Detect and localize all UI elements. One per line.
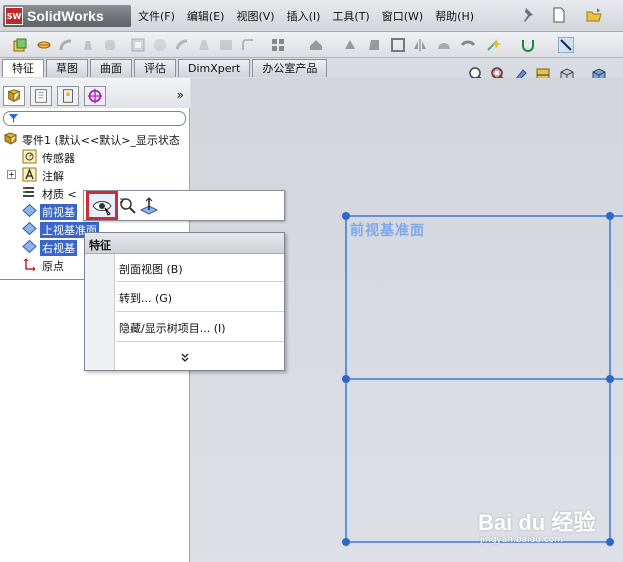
menu-separator [116,341,284,342]
extruded-cut-icon[interactable] [130,37,146,53]
plane-icon [22,221,37,236]
configuration-manager-tab-icon[interactable] [57,86,79,106]
extruded-boss-icon[interactable] [12,37,28,53]
property-manager-tab-icon[interactable] [30,86,52,106]
curves-icon[interactable] [520,37,536,53]
context-menu-icon-gutter [85,254,115,370]
origin-icon [23,258,36,272]
swept-cut-icon[interactable] [174,37,190,53]
tree-item-label: 前视基 [40,204,77,220]
part-icon [3,132,18,145]
tree-item-sensors[interactable]: 传感器 [0,148,190,166]
dome-icon[interactable] [436,37,452,53]
menu-expand-chevron-icon[interactable] [180,353,190,366]
feature-tree-tab-icon[interactable] [3,86,25,106]
menu-separator [116,281,284,282]
menu-item-section-view[interactable]: 剖面视图 (B) [119,261,183,277]
title-menu-bar: SW SolidWorks 文件(F) 编辑(E) 视图(V) 插入(I) 工具… [0,0,623,32]
tab-dimxpert[interactable]: DimXpert [178,59,251,77]
tree-filter-input[interactable] [3,111,186,126]
linear-pattern-icon[interactable] [270,37,286,53]
context-toolbar [83,190,285,221]
menu-bar: 文件(F) 编辑(E) 视图(V) 插入(I) 工具(T) 窗口(W) 帮助(H… [138,8,486,24]
new-document-icon[interactable] [550,6,568,24]
tree-item-label: 注解 [42,170,64,183]
baidu-jingyan-watermark: Bai du 经验 jingyan.baidu.com [478,505,618,557]
tree-item-part[interactable]: 零件1 (默认<<默认>_显示状态 [0,130,190,148]
flex-icon[interactable] [460,37,476,53]
normal-to-icon[interactable] [138,195,160,217]
pin-icon[interactable] [520,6,538,24]
tree-item-annotations[interactable]: + 注解 [0,166,190,184]
annotation-icon [22,167,37,182]
loft-icon[interactable] [80,37,96,53]
shell-icon[interactable] [390,37,406,53]
rib-icon[interactable] [308,37,324,53]
plane-name-label: 前视基准面 [350,223,425,239]
plane-icon [22,203,37,218]
revolved-boss-icon[interactable] [36,37,52,53]
menu-view[interactable]: 视图(V) [236,8,274,24]
menu-item-go-to[interactable]: 转到... (G) [119,290,172,306]
solidworks-logo-mark: SW [5,7,23,25]
menu-separator [116,311,284,312]
tab-office-products[interactable]: 办公室产品 [252,59,328,77]
mirror-icon[interactable] [412,37,428,53]
menu-insert[interactable]: 插入(I) [287,8,321,24]
tab-evaluate[interactable]: 评估 [134,59,176,77]
menu-help[interactable]: 帮助(H) [435,8,474,24]
watermark-url: jingyan.baidu.com [480,535,564,545]
boundary-icon[interactable] [102,37,118,53]
open-folder-icon[interactable] [585,6,603,24]
app-name: SolidWorks [27,8,104,24]
instant3d-icon[interactable] [558,37,574,53]
show-button[interactable] [86,191,118,220]
tree-item-label: 原点 [42,260,64,273]
menu-file[interactable]: 文件(F) [138,8,175,24]
revolved-cut-icon[interactable] [152,37,168,53]
material-icon [23,187,34,197]
show-eye-icon [92,201,112,216]
menu-tools[interactable]: 工具(T) [332,8,369,24]
tree-item-label: 零件1 (默认<<默认>_显示状态 [22,134,180,147]
feature-manager-tabs: » [0,78,190,108]
dimxpert-manager-tab-icon[interactable] [84,86,106,106]
tree-item-label: 传感器 [42,152,75,165]
command-toolbar [0,32,623,58]
zoom-to-selection-icon[interactable] [117,195,139,217]
menu-item-hide-show-tree-items[interactable]: 隐藏/显示树项目... (I) [119,320,226,336]
tab-sketch[interactable]: 草图 [46,59,88,77]
lofted-cut-icon[interactable] [196,37,212,53]
sweep-icon[interactable] [58,37,74,53]
boundary-cut-icon[interactable] [218,37,234,53]
fillet-icon[interactable] [240,37,256,53]
menu-edit[interactable]: 编辑(E) [187,8,225,24]
watermark-brand: Bai du 经验 [478,510,596,535]
filter-icon [9,114,18,123]
context-menu: 特征 剖面视图 (B) 转到... (G) 隐藏/显示树项目... (I) [84,232,285,371]
tab-surfaces[interactable]: 曲面 [90,59,132,77]
draft-icon[interactable] [366,37,382,53]
context-menu-title: 特征 [85,233,284,254]
chevron-down-icon [181,353,189,362]
tree-item-label: 右视基 [40,240,77,256]
solidworks-logo[interactable]: SW SolidWorks [3,5,131,27]
plane-icon [22,239,37,254]
expand-toggle[interactable]: + [7,170,16,179]
menu-window[interactable]: 窗口(W) [382,8,423,24]
tree-item-label: 材质 < [42,188,77,201]
sensor-icon [22,149,37,164]
tab-features[interactable]: 特征 [2,59,44,77]
wrap-icon[interactable] [342,37,358,53]
panel-expand-button[interactable]: » [177,88,184,102]
reference-geometry-icon[interactable] [486,37,502,53]
